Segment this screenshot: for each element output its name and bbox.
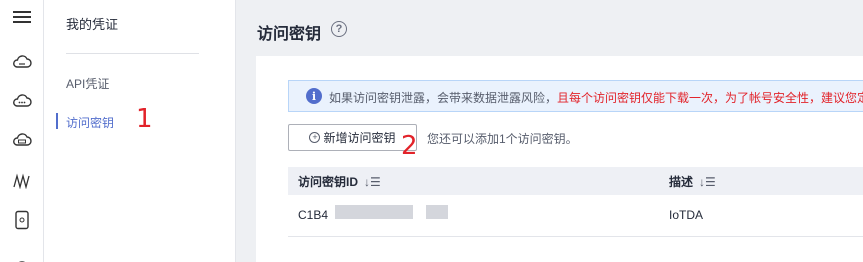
page-title: 访问密钥 bbox=[257, 26, 322, 43]
column-header-description[interactable]: 描述 ↓☰ bbox=[669, 173, 716, 190]
notice-warning-text: 且每个访问密钥仅能下载一次，为了帐号安全性，建议您定 bbox=[557, 91, 863, 105]
add-access-key-label: 新增访问密钥 bbox=[323, 131, 396, 145]
cloud-dots-icon[interactable] bbox=[0, 86, 44, 116]
cloud-icon[interactable] bbox=[0, 47, 44, 77]
menu-divider bbox=[66, 53, 199, 54]
help-icon[interactable]: ? bbox=[331, 21, 347, 37]
annotation-marker-2: 2 bbox=[401, 131, 418, 161]
add-access-key-button[interactable]: + 新增访问密钥 bbox=[288, 124, 417, 151]
notice-text: 如果访问密钥泄露，会带来数据泄露风险，且每个访问密钥仅能下载一次，为了帐号安全性… bbox=[329, 89, 863, 106]
row-divider bbox=[288, 236, 863, 237]
sort-icon[interactable]: ↓☰ bbox=[364, 175, 381, 189]
redaction-block bbox=[426, 205, 448, 219]
active-indicator bbox=[56, 113, 58, 129]
info-icon: i bbox=[306, 88, 322, 104]
device-icon[interactable] bbox=[0, 205, 44, 235]
redaction-block bbox=[335, 205, 413, 219]
column-header-access-key-id[interactable]: 访问密钥ID ↓☰ bbox=[298, 173, 381, 190]
plus-circle-icon: + bbox=[309, 132, 321, 143]
description-cell: IoTDA bbox=[669, 208, 704, 222]
database-icon[interactable] bbox=[0, 125, 44, 155]
annotation-marker-1: 1 bbox=[136, 104, 153, 134]
column-label-access-key-id: 访问密钥ID bbox=[298, 175, 359, 189]
menu-item-access-keys[interactable]: 访问密钥 bbox=[66, 114, 114, 131]
waveform-icon[interactable] bbox=[0, 166, 44, 196]
menu-item-api-credentials[interactable]: API凭证 bbox=[66, 75, 109, 92]
table-header: 访问密钥ID ↓☰ 描述 ↓☰ bbox=[288, 167, 863, 195]
icon-rail bbox=[0, 0, 44, 262]
menu-icon[interactable] bbox=[0, 2, 44, 32]
access-key-id-cell: C1B4 bbox=[298, 208, 329, 222]
quota-hint: 您还可以添加1个访问密钥。 bbox=[427, 132, 578, 146]
notice-banner: i 如果访问密钥泄露，会带来数据泄露风险，且每个访问密钥仅能下载一次，为了帐号安… bbox=[288, 80, 863, 112]
sort-icon[interactable]: ↓☰ bbox=[699, 175, 716, 189]
menu-title: 我的凭证 bbox=[66, 17, 119, 32]
column-label-description: 描述 bbox=[669, 175, 694, 189]
notice-main-text: 如果访问密钥泄露，会带来数据泄露风险， bbox=[329, 91, 558, 105]
more-icon[interactable] bbox=[0, 245, 44, 262]
